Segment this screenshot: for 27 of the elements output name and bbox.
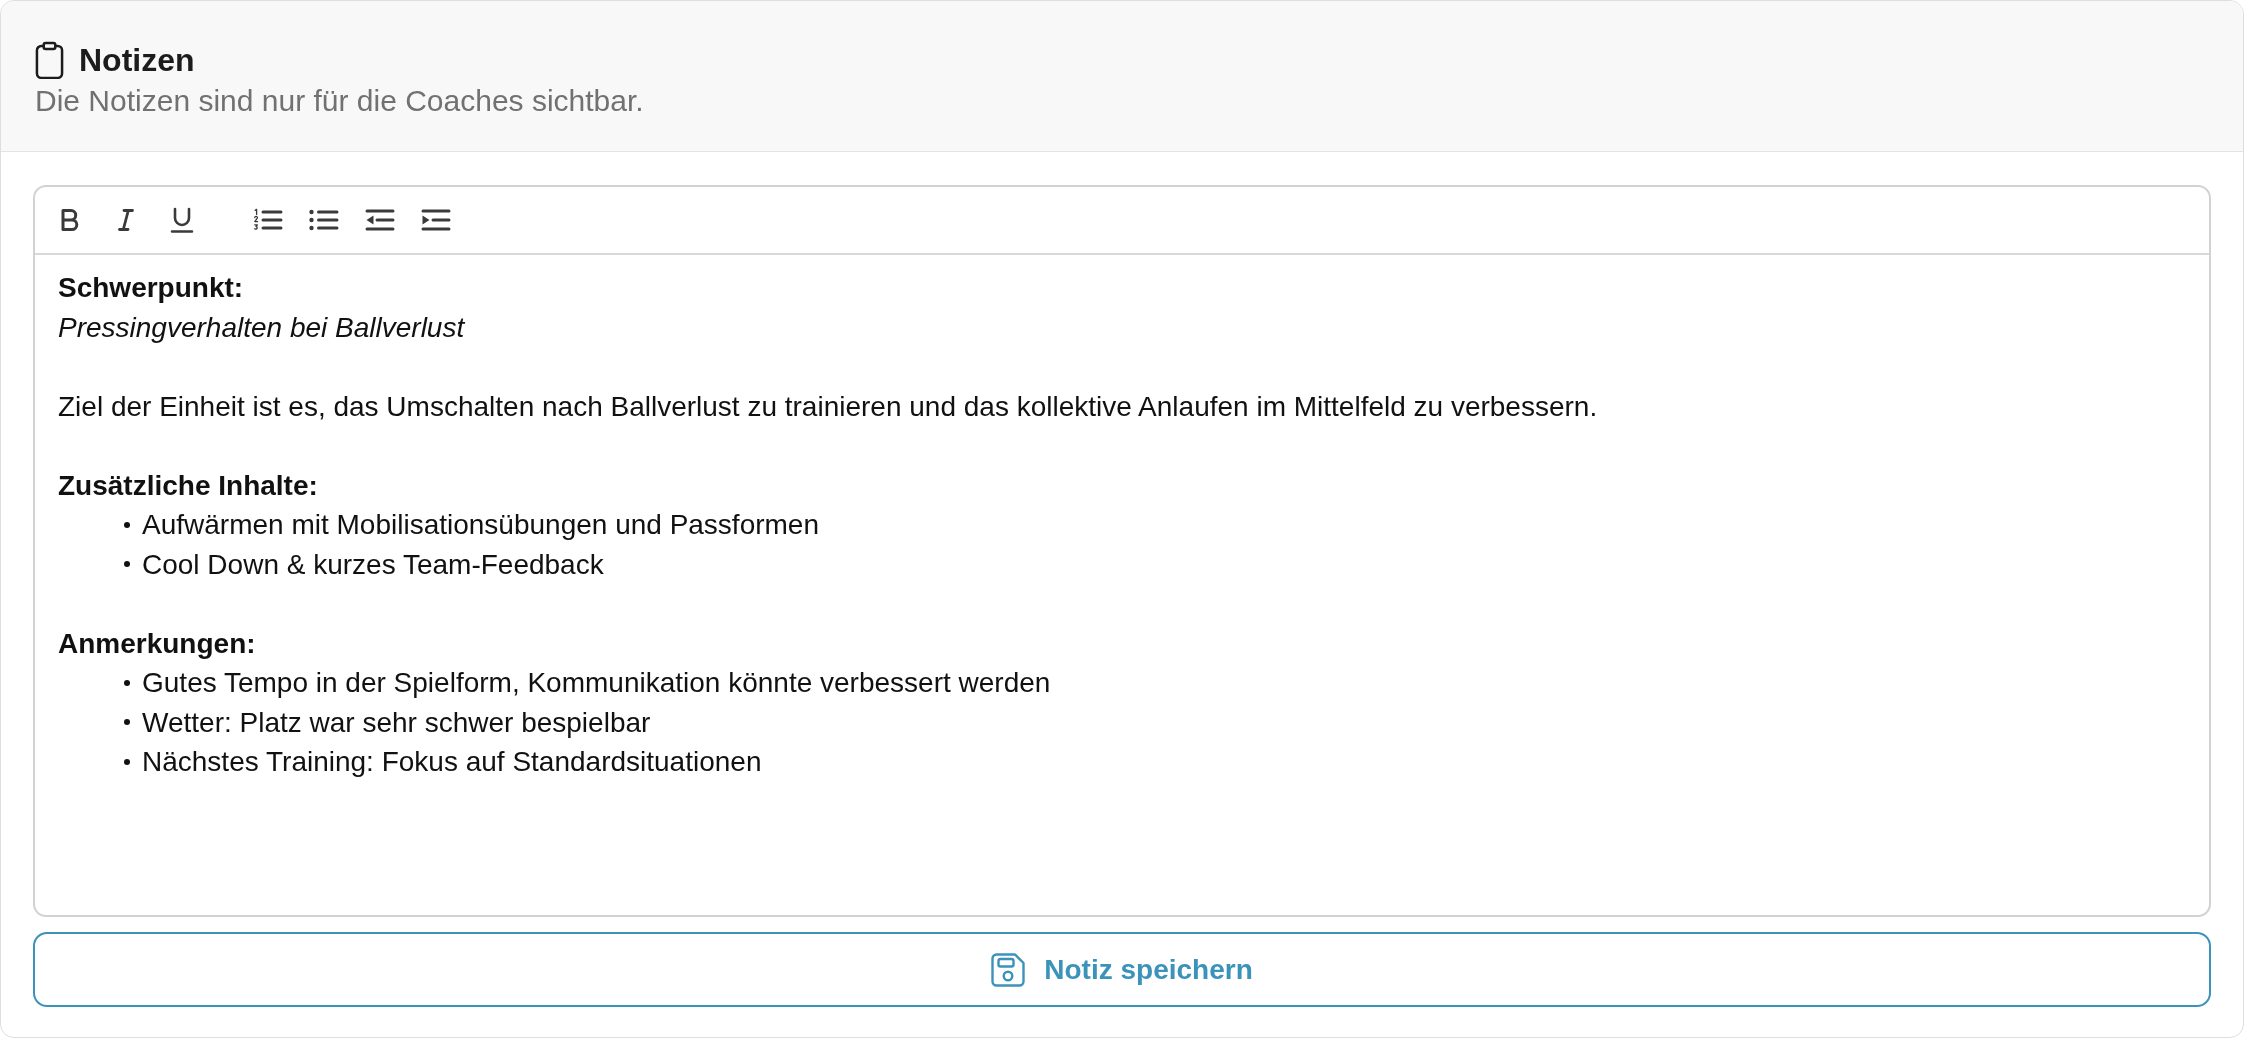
card-subtitle: Die Notizen sind nur für die Coaches sichtbar. xyxy=(35,83,644,119)
underline-icon xyxy=(170,207,194,233)
goal-text: Ziel der Einheit ist es, das Umschalten nach Ballverlust zu trainieren und das kollektive Anlaufen im Mittelfeld zu verbessern. xyxy=(58,389,1598,424)
list-item-text: Cool Down & kurzes Team-Feedback xyxy=(142,547,604,582)
list-item-text: Nächstes Training: Fokus auf Standardsituationen xyxy=(142,745,762,779)
numbered-list-icon xyxy=(253,208,283,232)
section-heading: Anmerkungen: xyxy=(58,626,256,661)
bullet-icon xyxy=(124,561,130,568)
text-editor-field[interactable] xyxy=(33,185,2211,917)
italic-icon xyxy=(118,208,134,232)
card-title: Notizen xyxy=(79,41,195,80)
focus-label: Schwerpunkt: xyxy=(58,271,244,305)
bold-icon xyxy=(60,208,80,232)
bullet-icon xyxy=(124,679,130,686)
indent-icon xyxy=(421,208,451,232)
bullet-icon xyxy=(124,521,130,528)
bullet-icon xyxy=(124,758,130,765)
section-heading: Zusätzliche Inhalte: xyxy=(58,468,318,503)
outdent-icon xyxy=(365,208,395,232)
save-button[interactable]: Notiz speichern xyxy=(33,932,2211,1007)
list-item-text: Aufwärmen mit Mobilisationsübungen und Passformen xyxy=(142,508,820,542)
list-item-text: Wetter: Platz war sehr schwer bespielbar xyxy=(142,705,651,740)
bullet-icon xyxy=(124,719,130,726)
list-item-text: Gutes Tempo in der Spielform, Kommunikation könnte verbessert werden xyxy=(142,666,1051,700)
clipboard-icon xyxy=(35,41,64,79)
focus-text: Pressingverhalten bei Ballverlust xyxy=(58,310,465,345)
bulleted-list-icon xyxy=(309,208,339,232)
